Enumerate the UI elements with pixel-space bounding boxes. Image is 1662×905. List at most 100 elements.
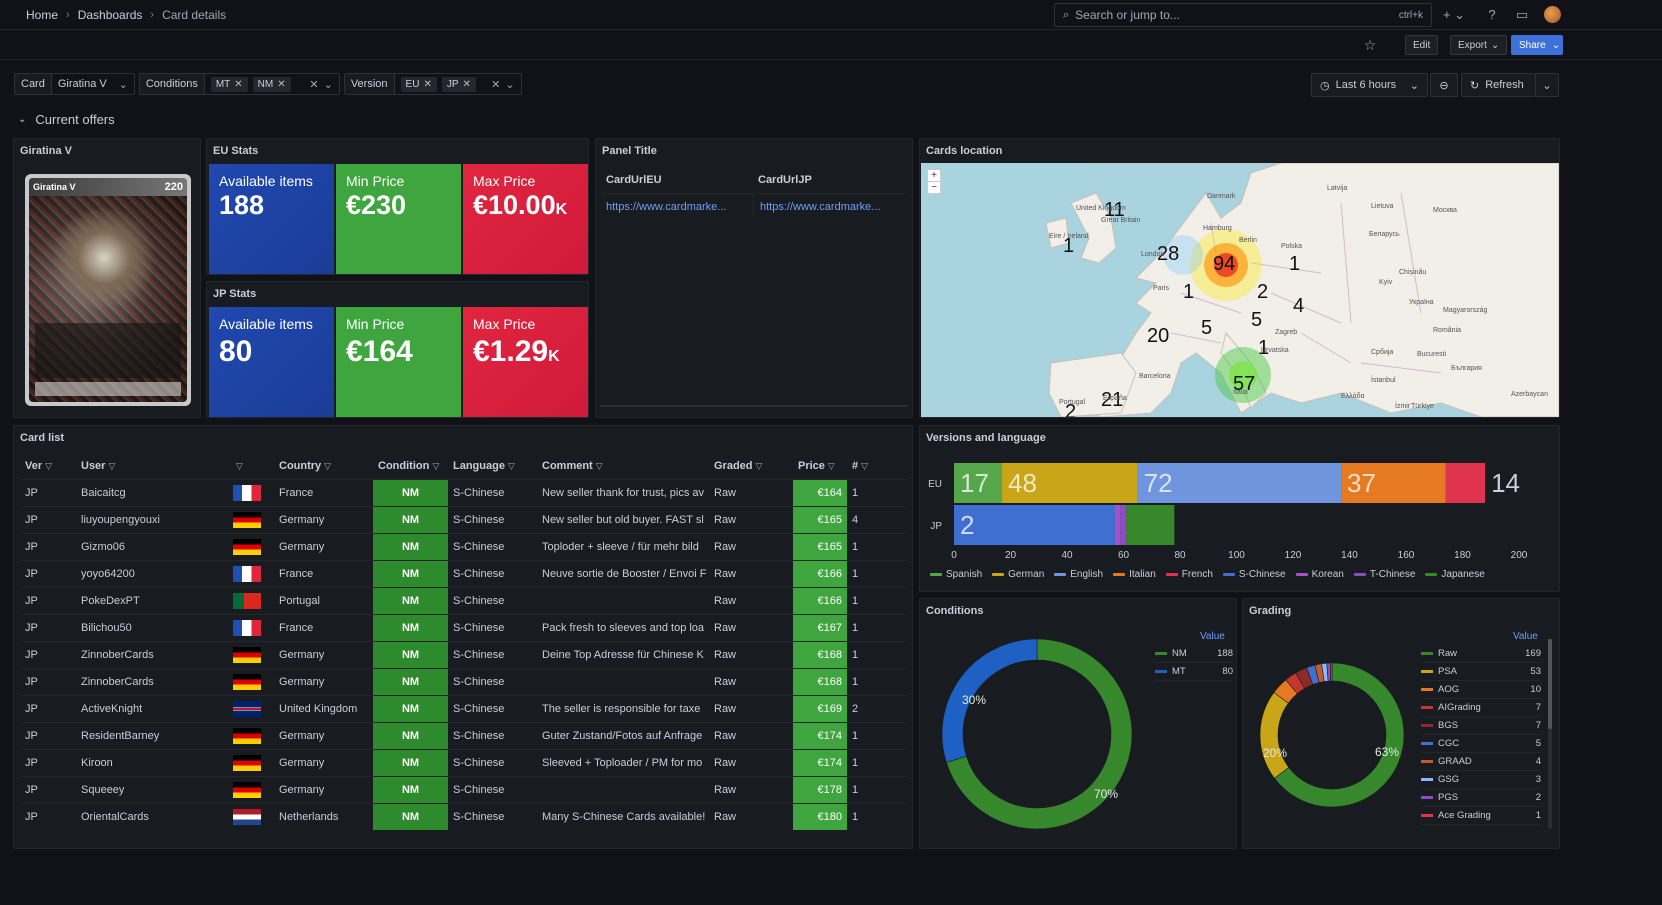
bar-segment[interactable]	[1120, 505, 1127, 545]
legend-item[interactable]: Spanish	[930, 569, 982, 580]
filter-icon[interactable]: ▽	[828, 461, 835, 471]
legend-row[interactable]: AOG 10	[1421, 681, 1541, 699]
column-header[interactable]: Ver ▽	[20, 453, 76, 479]
column-header[interactable]: Price ▽	[793, 453, 847, 479]
filter-icon[interactable]: ▽	[108, 461, 115, 471]
legend-item[interactable]: Korean	[1295, 569, 1344, 580]
export-button[interactable]: Export ⌄	[1450, 35, 1508, 55]
chip-jp[interactable]: JP ✕	[441, 76, 476, 92]
star-icon[interactable]: ☆	[1360, 35, 1380, 55]
table-row[interactable]: JP Baicaitcg France NM S-Chinese New seller t…	[20, 478, 908, 506]
variable-version[interactable]: Version EU ✕ JP ✕ ✕ ⌄	[343, 73, 522, 95]
column-header[interactable]: Condition ▽	[373, 453, 448, 479]
horizontal-scrollbar[interactable]	[600, 405, 908, 407]
filter-icon[interactable]: ▽	[508, 461, 515, 471]
map-canvas[interactable]: 11 1 28 94 1 1 2 4 5 5 20 1 57 21 2 United Kingdom Grea…	[921, 163, 1559, 417]
share-button[interactable]: Share	[1511, 35, 1554, 55]
clear-icon[interactable]: ✕	[491, 78, 500, 91]
help-icon[interactable]: ?	[1482, 5, 1502, 25]
legend-row[interactable]: Raw 169	[1421, 645, 1541, 663]
refresh-button[interactable]: ↻ Refresh	[1461, 73, 1536, 97]
column-header[interactable]: Comment ▽	[537, 453, 709, 479]
legend-item[interactable]: Italian	[1113, 569, 1156, 580]
bar-segment[interactable]	[1126, 505, 1175, 545]
share-menu-chevron-icon[interactable]: ⌄	[1549, 35, 1563, 55]
legend-row[interactable]: GRAAD 4	[1421, 753, 1541, 771]
column-header[interactable]: Graded ▽	[709, 453, 793, 479]
table-row[interactable]: JP OrientalCards Netherlands NM S-Chinese Man…	[20, 802, 908, 830]
table-row[interactable]: JP ZinnoberCards Germany NM S-Chinese Raw €168…	[20, 667, 908, 695]
search-input[interactable]: ⌕ Search or jump to... ctrl+k	[1054, 3, 1432, 27]
remove-icon[interactable]: ✕	[463, 79, 471, 90]
table-row[interactable]: JP ResidentBarney Germany NM S-Chinese Guter …	[20, 721, 908, 749]
user-avatar[interactable]	[1544, 6, 1561, 23]
legend-row[interactable]: PGS 2	[1421, 789, 1541, 807]
bar-segment[interactable]	[1445, 463, 1486, 503]
variable-conditions[interactable]: Conditions MT ✕ NM ✕ ✕ ⌄	[138, 73, 340, 95]
remove-icon[interactable]: ✕	[423, 79, 431, 90]
chip-mt[interactable]: MT ✕	[210, 76, 248, 92]
table-row[interactable]: JP Bilichou50 France NM S-Chinese Pack fresh …	[20, 613, 908, 641]
url-link-eu[interactable]: https://www.cardmarke...	[602, 193, 754, 220]
table-row[interactable]: JP yoyo64200 France NM S-Chinese Neuve sortie…	[20, 559, 908, 587]
map-place-label: Paris	[1153, 285, 1169, 292]
legend-row[interactable]: BGS 7	[1421, 717, 1541, 735]
legend-row[interactable]: GSG 3	[1421, 771, 1541, 789]
legend-item[interactable]: Japanese	[1425, 569, 1485, 580]
table-row[interactable]: JP ActiveKnight United Kingdom NM S-Chinese T…	[20, 694, 908, 722]
column-header[interactable]: Language ▽	[448, 453, 537, 479]
add-icon[interactable]: + ⌄	[1442, 5, 1466, 25]
zoom-out-button[interactable]: −	[928, 182, 940, 193]
legend-item[interactable]: French	[1165, 569, 1213, 580]
chip-eu[interactable]: EU ✕	[400, 76, 437, 92]
filter-icon[interactable]: ▽	[756, 461, 763, 471]
legend-row[interactable]: AIGrading 7	[1421, 699, 1541, 717]
legend-row[interactable]: NM 188	[1155, 645, 1233, 663]
legend-row[interactable]: PSA 53	[1421, 663, 1541, 681]
news-icon[interactable]: ▭	[1512, 5, 1532, 25]
clear-icon[interactable]: ✕	[309, 78, 318, 91]
legend-item[interactable]: English	[1054, 569, 1103, 580]
table-row[interactable]: JP liuyoupengyouxi Germany NM S-Chinese New s…	[20, 505, 908, 533]
legend-item[interactable]: S-Chinese	[1222, 569, 1286, 580]
table-row[interactable]: JP Gizmo06 Germany NM S-Chinese Toploder + sl…	[20, 532, 908, 560]
filter-icon[interactable]: ▽	[432, 461, 439, 471]
refresh-interval-dropdown[interactable]: ⌄	[1535, 73, 1559, 97]
time-range-picker[interactable]: ◷ Last 6 hours ⌄	[1311, 73, 1428, 97]
table-row[interactable]: JP PokeDexPT Portugal NM S-Chinese Raw €166 1	[20, 586, 908, 614]
url-link-jp[interactable]: https://www.cardmarke...	[754, 201, 880, 213]
filter-icon[interactable]: ▽	[45, 461, 52, 471]
filter-icon[interactable]: ▽	[324, 461, 331, 471]
row-header[interactable]: ⌄ Current offers	[18, 112, 115, 127]
legend-row[interactable]: Ace Grading 1	[1421, 807, 1541, 825]
legend-row[interactable]: CGC 5	[1421, 735, 1541, 753]
column-header[interactable]: Country ▽	[274, 453, 373, 479]
breadcrumb-home[interactable]: Home	[26, 8, 58, 22]
zoom-in-button[interactable]: +	[928, 170, 940, 182]
table-row[interactable]: JP Squeeey Germany NM S-Chinese Raw €178 1	[20, 775, 908, 803]
edit-button[interactable]: Edit	[1405, 35, 1439, 55]
breadcrumb-dashboards[interactable]: Dashboards	[78, 8, 143, 22]
legend-item[interactable]: German	[992, 569, 1044, 580]
variable-card[interactable]: Card Giratina V ⌄	[14, 73, 135, 95]
remove-icon[interactable]: ✕	[234, 79, 242, 90]
column-header[interactable]: User ▽	[76, 453, 228, 479]
pie-slice[interactable]	[941, 638, 1038, 763]
filter-icon[interactable]: ▽	[596, 461, 603, 471]
filter-icon[interactable]: ▽	[861, 461, 868, 471]
legend-row[interactable]: MT 80	[1155, 663, 1233, 681]
table-row[interactable]: JP ZinnoberCards Germany NM S-Chinese Deine T…	[20, 640, 908, 668]
table-row[interactable]: JP Kiroon Germany NM S-Chinese Sleeved + Topl…	[20, 748, 908, 776]
column-header[interactable]: # ▽	[847, 453, 908, 479]
bar-segment[interactable]	[954, 505, 1116, 545]
zoom-out-button[interactable]: ⊖	[1430, 73, 1458, 97]
vertical-scrollbar[interactable]	[1548, 639, 1552, 829]
legend-item[interactable]: T-Chinese	[1353, 569, 1415, 580]
bar-segment[interactable]	[1115, 505, 1121, 545]
column-header[interactable]: ▽	[228, 453, 274, 479]
filter-icon[interactable]: ▽	[236, 461, 243, 471]
pie-slice[interactable]	[1329, 662, 1333, 682]
pie-slice[interactable]	[1259, 692, 1290, 779]
remove-icon[interactable]: ✕	[277, 79, 285, 90]
chip-nm[interactable]: NM ✕	[252, 76, 291, 92]
